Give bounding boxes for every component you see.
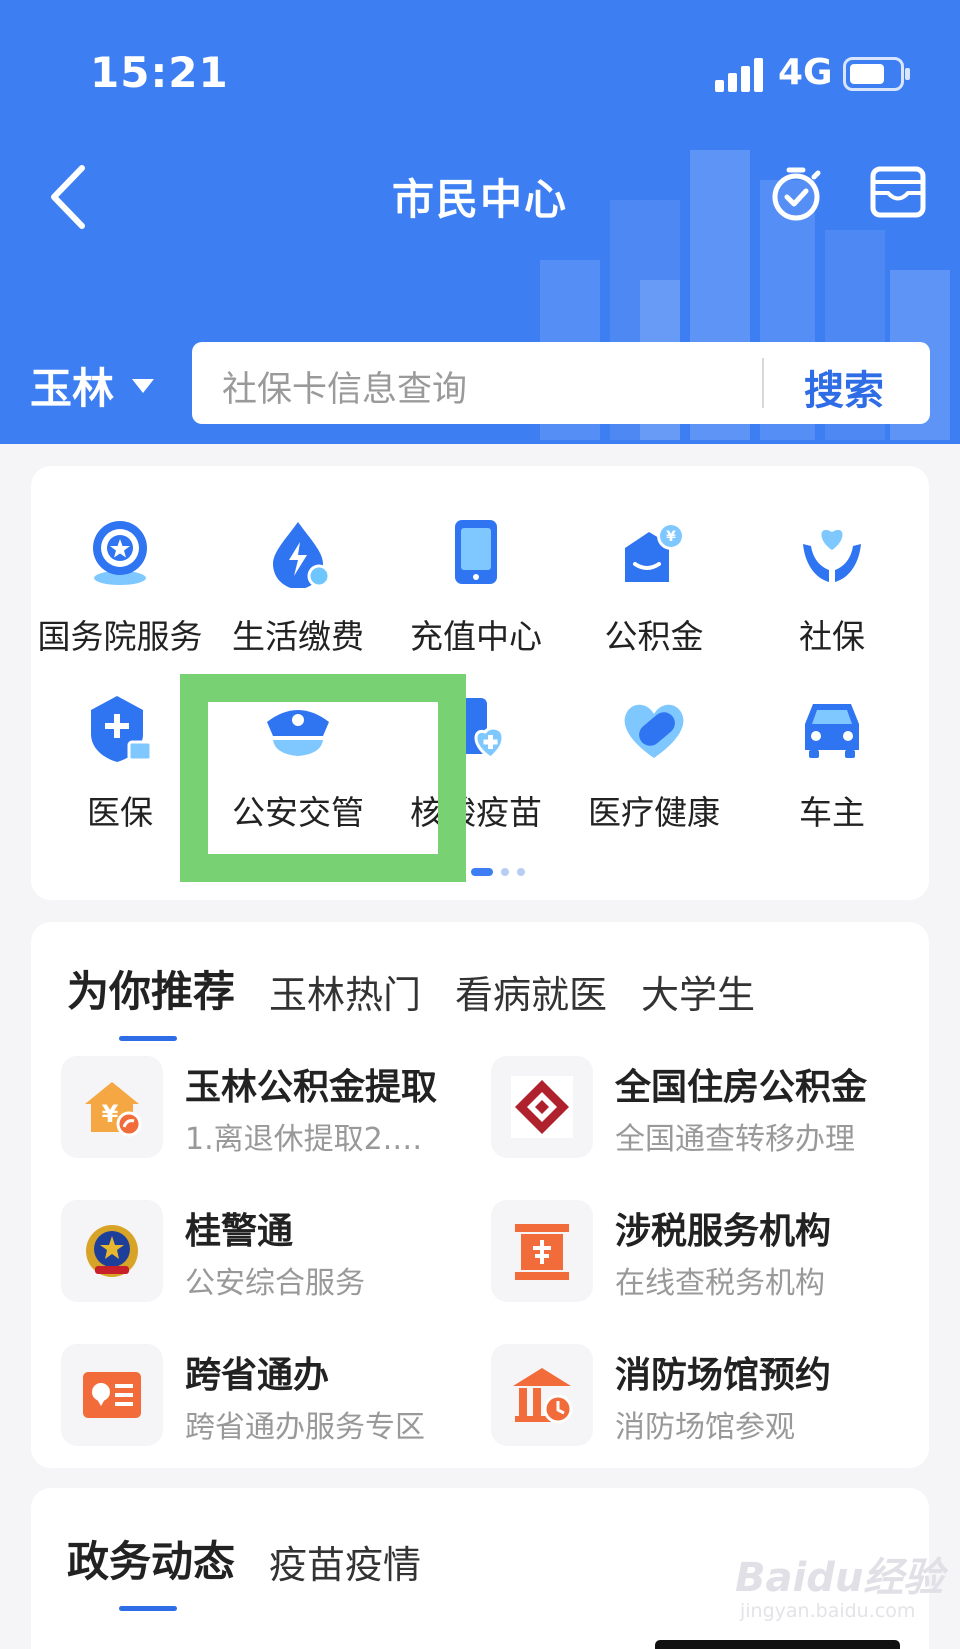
watermark-url: jingyan.baidu.com	[740, 1600, 916, 1622]
search-divider	[762, 358, 764, 408]
search-input[interactable]: 社保卡信息查询 搜索	[192, 342, 930, 424]
search-button[interactable]: 搜索	[804, 358, 884, 416]
rec-item-fire-venue[interactable]: 消防场馆预约 消防场馆参观	[491, 1344, 901, 1448]
service-grid: 国务院服务 生活缴费 充值中心 ¥ 公积金 社保 医保 公安交管 核酸疫苗 医疗…	[31, 466, 929, 900]
rec-icon-tile: ¥	[61, 1056, 163, 1158]
tab-gov-news[interactable]: 政务动态	[67, 1528, 235, 1611]
rec-subtitle: 全国通查转移办理	[615, 1122, 855, 1157]
status-bar: 15:21 4G	[0, 0, 960, 150]
rec-title: 跨省通办	[185, 1355, 330, 1396]
rec-subtitle: 跨省通办服务专区	[185, 1410, 425, 1445]
service-item-topup[interactable]: 充值中心	[387, 518, 565, 658]
recommend-panel: 为你推荐 玉林热门 看病就医 大学生 ¥ 玉林公积金提取 1.离退休提取2.租.…	[31, 922, 929, 1468]
network-type: 4G	[778, 52, 833, 93]
service-label: 充值中心	[410, 617, 542, 656]
national-housing-fund-icon	[511, 1076, 573, 1138]
news-tabs: 政务动态 疫苗疫情	[67, 1528, 421, 1611]
service-label: 国务院服务	[37, 617, 203, 656]
rec-subtitle: 消防场馆参观	[615, 1410, 795, 1445]
service-item-car-owner[interactable]: 车主	[743, 694, 921, 834]
highlight-annotation-box	[180, 674, 466, 882]
search-placeholder: 社保卡信息查询	[222, 370, 468, 410]
social-security-icon	[803, 529, 861, 582]
medical-insurance-icon	[91, 696, 153, 762]
fund-withdraw-icon: ¥	[85, 1082, 142, 1137]
rec-item-police[interactable]: 桂警通 公安综合服务	[61, 1200, 471, 1304]
rec-title: 涉税服务机构	[615, 1211, 832, 1252]
rec-title: 消防场馆预约	[615, 1355, 832, 1396]
city-selector[interactable]: 玉林	[30, 355, 155, 416]
signal-icon	[715, 58, 763, 92]
service-label: 社保	[799, 617, 865, 656]
page-indicator	[471, 868, 525, 876]
service-label: 车主	[799, 793, 865, 832]
rec-title: 全国住房公积金	[615, 1067, 868, 1108]
header: 15:21 4G 市民中心 玉林 社保卡信息查询 搜索	[0, 0, 960, 444]
rec-icon-tile	[61, 1200, 163, 1302]
rec-item-national-fund[interactable]: 全国住房公积金 全国通查转移办理	[491, 1056, 901, 1160]
phone-topup-icon	[455, 520, 497, 584]
service-label: 医疗健康	[588, 793, 720, 832]
service-label: 公积金	[604, 617, 704, 656]
service-item-state-council[interactable]: 国务院服务	[31, 518, 209, 658]
id-card-icon	[83, 1372, 141, 1418]
rec-icon-tile	[491, 1200, 593, 1302]
utility-drop-icon	[273, 522, 331, 589]
tax-office-icon	[515, 1224, 569, 1280]
tab-for-you[interactable]: 为你推荐	[67, 958, 235, 1041]
service-label: 生活缴费	[232, 617, 364, 656]
recommend-tabs: 为你推荐 玉林热门 看病就医 大学生	[67, 958, 755, 1041]
fire-venue-icon	[513, 1368, 573, 1424]
car-icon	[805, 704, 859, 758]
rec-item-cross-province[interactable]: 跨省通办 跨省通办服务专区	[61, 1344, 471, 1448]
tab-yulin-hot[interactable]: 玉林热门	[269, 964, 421, 1019]
rec-item-fund-withdraw[interactable]: ¥ 玉林公积金提取 1.离退休提取2.租...	[61, 1056, 471, 1160]
service-item-utilities[interactable]: 生活缴费	[209, 518, 387, 658]
rec-title: 桂警通	[185, 1211, 294, 1252]
page-dot	[517, 868, 525, 876]
page-dot-active	[471, 868, 493, 876]
rec-title: 玉林公积金提取	[185, 1067, 438, 1108]
state-council-icon	[93, 521, 147, 585]
service-item-health[interactable]: 医疗健康	[565, 694, 743, 834]
caret-down-icon	[132, 378, 155, 393]
home-indicator	[655, 1640, 900, 1649]
city-name: 玉林	[30, 364, 115, 413]
status-time: 15:21	[90, 48, 229, 97]
tab-vaccine-epidemic[interactable]: 疫苗疫情	[269, 1534, 421, 1589]
health-heart-icon	[624, 704, 684, 758]
housing-fund-icon: ¥	[625, 522, 685, 582]
service-item-social-security[interactable]: 社保	[743, 518, 921, 658]
watermark-brand: Baidu经验	[735, 1555, 944, 1601]
rec-subtitle: 在线查税务机构	[615, 1266, 825, 1301]
tab-college[interactable]: 大学生	[641, 964, 755, 1019]
battery-icon	[843, 57, 910, 91]
svg-text:¥: ¥	[102, 1100, 119, 1128]
rec-subtitle: 公安综合服务	[185, 1266, 365, 1301]
rec-subtitle: 1.离退休提取2.租...	[185, 1122, 449, 1157]
service-item-housing-fund[interactable]: ¥ 公积金	[565, 518, 743, 658]
svg-text:¥: ¥	[666, 529, 676, 545]
stopwatch-icon[interactable]	[768, 166, 824, 222]
police-emblem-icon	[86, 1225, 138, 1277]
rec-icon-tile	[61, 1344, 163, 1446]
rec-icon-tile	[491, 1344, 593, 1446]
rec-item-tax-agency[interactable]: 涉税服务机构 在线查税务机构	[491, 1200, 901, 1304]
page-dot	[501, 868, 509, 876]
card-holder-icon[interactable]	[870, 166, 926, 218]
tab-medical[interactable]: 看病就医	[455, 964, 607, 1019]
rec-icon-tile	[491, 1056, 593, 1158]
